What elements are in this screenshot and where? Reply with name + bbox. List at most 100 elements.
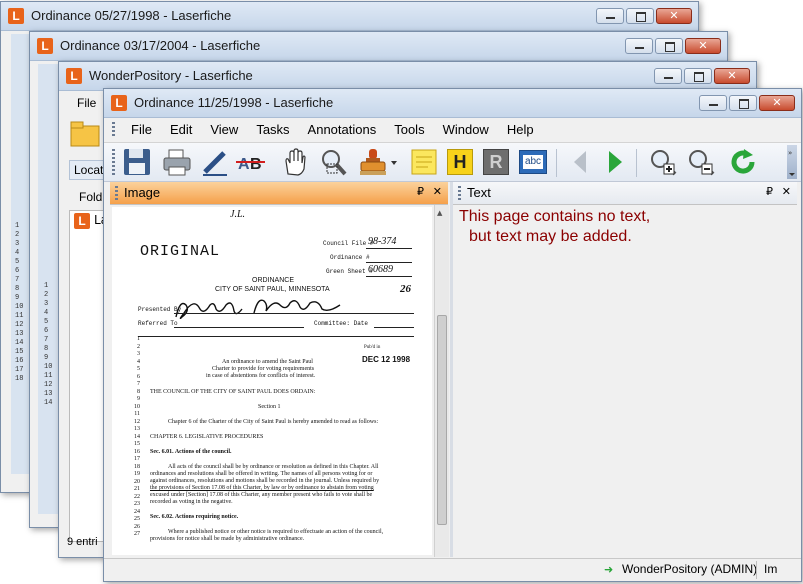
menu-view[interactable]: View (201, 122, 247, 137)
close-button[interactable]: ✕ (656, 8, 692, 24)
toolbar-grip[interactable] (112, 149, 115, 175)
pin-icon[interactable]: ₽ (417, 185, 424, 198)
text-pane-body[interactable]: This page contains no text, but text may… (453, 205, 797, 557)
title-bar[interactable]: L Ordinance 03/17/2004 - Laserfiche ✕ (30, 32, 727, 61)
window-title: WonderPository - Laserfiche (89, 68, 253, 83)
close-button[interactable]: ✕ (685, 38, 721, 54)
refresh-icon (731, 149, 755, 174)
menu-window[interactable]: Window (434, 122, 498, 137)
doc-line-number: 3 (137, 351, 140, 357)
window-title: Ordinance 05/27/1998 - Laserfiche (31, 8, 232, 23)
print-button[interactable] (160, 146, 194, 178)
doc-sec602: Sec. 6.02. Actions requiring notice. (150, 514, 239, 520)
title-bar[interactable]: L WonderPository - Laserfiche ✕ (59, 62, 756, 91)
minimize-button[interactable] (654, 68, 682, 84)
maximize-button[interactable] (626, 8, 654, 24)
title-bar[interactable]: L Ordinance 11/25/1998 - Laserfiche ✕ (104, 89, 801, 118)
next-page-button[interactable] (600, 146, 630, 178)
document-page-image[interactable]: J.L. ORIGINAL Council File # 98-374 Ordi… (112, 207, 432, 555)
line-number-strip: 1 2 3 4 5 6 7 8 9 10 11 12 13 14 15 16 1… (15, 222, 24, 383)
maximize-button[interactable] (655, 38, 683, 54)
pen-tool-button[interactable] (198, 146, 232, 178)
close-button[interactable]: ✕ (759, 95, 795, 111)
doc-committee: Committee: Date (314, 320, 369, 327)
image-pane-body[interactable]: J.L. ORIGINAL Council File # 98-374 Ordi… (110, 205, 450, 557)
doc-line-number: 13 (134, 426, 140, 432)
menu-help[interactable]: Help (498, 122, 543, 137)
close-button[interactable]: ✕ (714, 68, 750, 84)
doc-line-number: 22 (134, 493, 140, 500)
menu-edit[interactable]: Edit (161, 122, 201, 137)
text-pane-header: Text ₽ ✕ (453, 182, 797, 205)
highlight-button[interactable]: H (444, 146, 476, 178)
close-icon[interactable]: ✕ (782, 185, 791, 198)
menu-file[interactable]: File (122, 122, 161, 137)
doc-date-stamp: DEC 12 1998 (362, 355, 411, 364)
pane-grip[interactable] (115, 186, 118, 200)
arrow-left-icon (574, 151, 586, 173)
toolbar-overflow-button[interactable]: » (787, 145, 797, 179)
status-bar: ➜ WonderPository (ADMIN) Im (104, 558, 801, 581)
sticky-note-icon (411, 149, 437, 175)
arrow-right-icon (609, 151, 622, 173)
doc-line-number: 5 (137, 366, 140, 372)
window-ordinance-1998-11[interactable]: L Ordinance 11/25/1998 - Laserfiche ✕ Fi… (103, 88, 802, 582)
doc-council-file-label: Council File # (323, 240, 374, 247)
doc-line-number: 9 (137, 396, 140, 402)
repository-status: WonderPository (ADMIN) (622, 562, 758, 576)
save-button[interactable] (120, 146, 154, 178)
doc-intro-line3: in case of abstentions for conflicts of … (206, 373, 316, 379)
menu-annotations[interactable]: Annotations (299, 122, 386, 137)
doc-line-number: 16 (134, 448, 140, 455)
text-pane-title: Text (467, 185, 491, 200)
maximize-button[interactable] (684, 68, 712, 84)
laserfiche-logo-icon: L (8, 8, 24, 24)
redaction-button[interactable]: R (480, 146, 512, 178)
status-separator (756, 561, 757, 579)
underline (374, 327, 414, 328)
pane-grip[interactable] (458, 186, 461, 200)
doc-line-number: 17 (134, 456, 140, 462)
minimize-button[interactable] (699, 95, 727, 111)
doc-ordain: THE COUNCIL OF THE CITY OF SAINT PAUL DO… (150, 389, 316, 395)
doc-page-number: 26 (400, 283, 411, 295)
doc-pub-stamp: Pub'd in (364, 345, 381, 350)
zoom-in-button[interactable] (646, 146, 680, 178)
doc-p2-line2: provisions for notice shall be made by a… (150, 536, 305, 542)
menu-file[interactable]: File (77, 96, 96, 110)
pan-tool-button[interactable] (278, 146, 312, 178)
pin-icon[interactable]: ₽ (766, 185, 773, 198)
status-im: Im (764, 562, 778, 576)
zoom-region-button[interactable] (316, 146, 350, 178)
close-icon[interactable]: ✕ (433, 185, 442, 198)
doc-p1-line6: recorded as voting in the negative. (150, 499, 233, 505)
menu-tools[interactable]: Tools (385, 122, 433, 137)
menu-grip[interactable] (112, 122, 115, 138)
minimize-button[interactable] (625, 38, 653, 54)
doc-ordinance-label: Ordinance # (330, 254, 370, 261)
highlight-icon: H (447, 149, 473, 175)
doc-line-number: 10 (134, 403, 140, 410)
doc-p1-line1: All acts of the council shall be by ordi… (168, 464, 379, 470)
doc-intro-line2: Charter to provide for voting requiremen… (212, 366, 315, 372)
strikethrough-button[interactable]: AB (234, 146, 268, 178)
title-bar[interactable]: L Ordinance 05/27/1998 - Laserfiche ✕ (1, 2, 698, 31)
refresh-button[interactable] (726, 146, 760, 178)
chevron-up-icon[interactable]: ▲ (437, 209, 442, 217)
svg-text:A: A (238, 156, 250, 173)
doc-line-number: 7 (137, 381, 140, 387)
vertical-scrollbar[interactable]: ▲ (434, 205, 449, 557)
minimize-button[interactable] (596, 8, 624, 24)
scrollbar-thumb[interactable] (437, 315, 447, 525)
toolbar-separator (636, 149, 637, 177)
stamp-button[interactable] (356, 146, 400, 178)
maximize-button[interactable] (729, 95, 757, 111)
window-title: Ordinance 11/25/1998 - Laserfiche (134, 95, 334, 110)
sticky-note-button[interactable] (408, 146, 440, 178)
previous-page-button[interactable] (566, 146, 596, 178)
doc-initials: J.L. (230, 209, 245, 220)
text-box-button[interactable]: abc (516, 146, 550, 178)
menu-tasks[interactable]: Tasks (247, 122, 298, 137)
zoom-out-button[interactable] (684, 146, 718, 178)
hand-icon (285, 148, 306, 176)
